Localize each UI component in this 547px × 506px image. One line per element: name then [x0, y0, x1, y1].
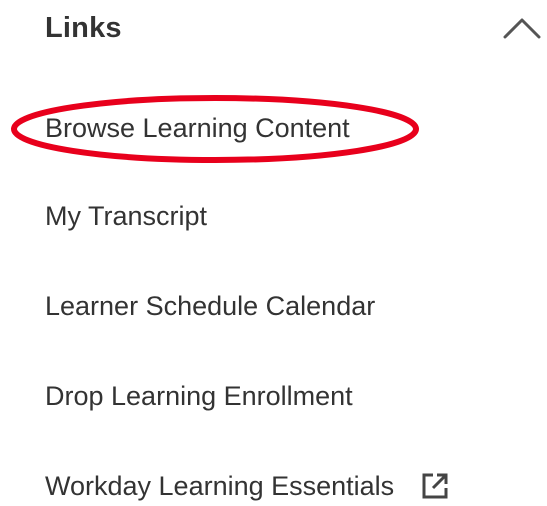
link-workday-learning-essentials[interactable]: Workday Learning Essentials: [45, 466, 450, 506]
link-drop-learning-enrollment[interactable]: Drop Learning Enrollment: [45, 376, 353, 416]
external-link-icon[interactable]: [420, 471, 450, 501]
link-browse-learning-content[interactable]: Browse Learning Content: [45, 108, 350, 148]
links-panel: Links Browse Learning Content My Transcr…: [0, 0, 547, 506]
links-list: Browse Learning Content My Transcript Le…: [0, 0, 547, 506]
link-label: Browse Learning Content: [45, 112, 350, 143]
link-my-transcript[interactable]: My Transcript: [45, 196, 207, 236]
link-label: My Transcript: [45, 200, 208, 231]
link-learner-schedule-calendar[interactable]: Learner Schedule Calendar: [45, 286, 375, 326]
link-label: Learner Schedule Calendar: [45, 290, 376, 321]
link-label: Workday Learning Essentials: [45, 470, 395, 501]
link-label: Drop Learning Enrollment: [45, 380, 353, 411]
